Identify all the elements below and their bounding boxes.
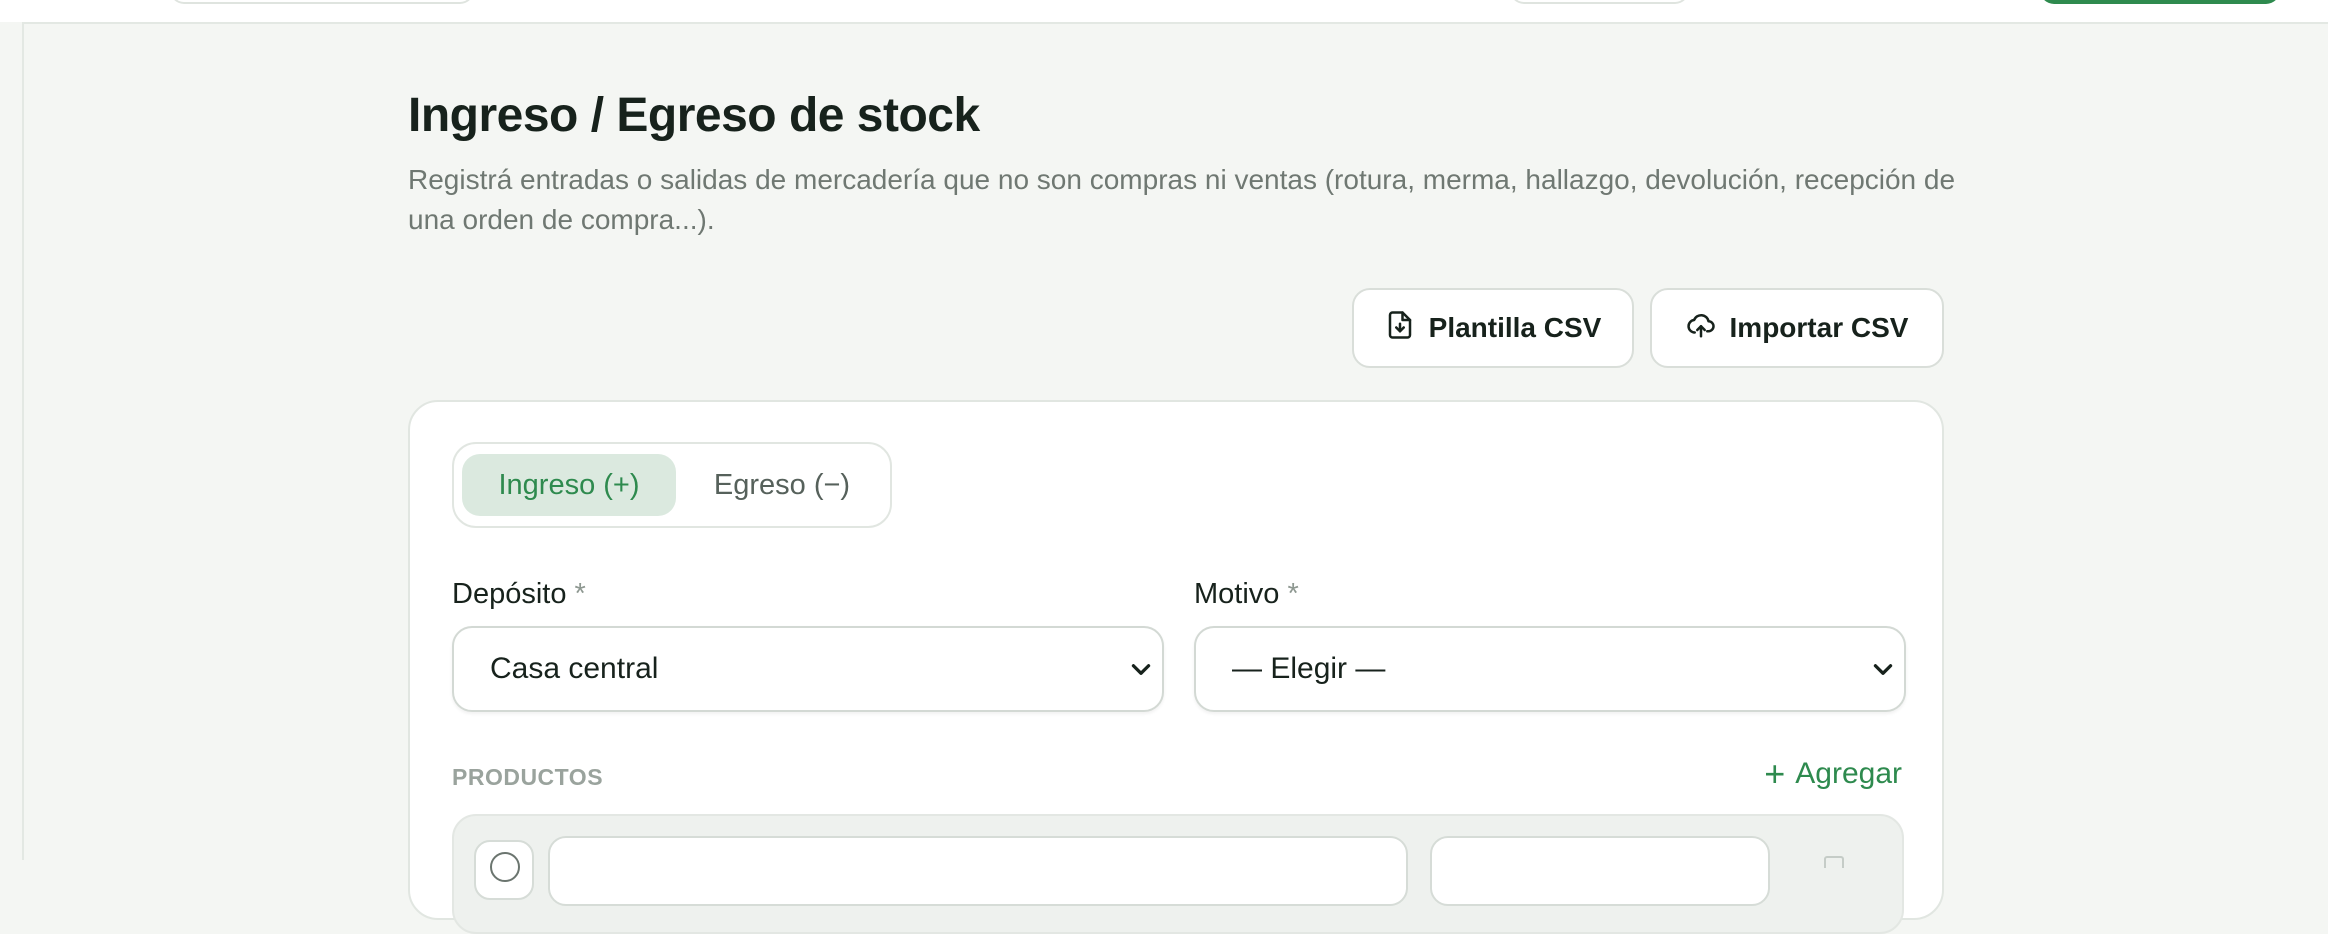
quantity-input[interactable]: [1430, 836, 1770, 906]
navbar-search-field[interactable]: [170, 0, 474, 4]
search-icon: [490, 852, 520, 882]
motivo-label: Motivo *: [1194, 578, 1299, 610]
csv-import-label: Importar CSV: [1729, 312, 1909, 343]
csv-import-button[interactable]: Importar CSV: [1650, 288, 1944, 368]
csv-template-button[interactable]: Plantilla CSV: [1352, 288, 1634, 368]
motivo-select[interactable]: — Elegir —: [1194, 626, 1906, 712]
navbar-primary-button[interactable]: [2040, 0, 2280, 4]
product-input[interactable]: [548, 836, 1408, 906]
sidebar-rail: [0, 22, 24, 860]
deposito-label: Depósito *: [452, 578, 586, 610]
file-download-icon: [1385, 310, 1415, 347]
add-product-button[interactable]: + Agregar: [1764, 756, 1902, 792]
deposito-selected-value: Casa central: [490, 652, 659, 685]
movement-type-toggle: Ingreso (+) Egreso (−): [452, 442, 892, 528]
trash-icon[interactable]: [1824, 856, 1844, 868]
chevron-down-icon: [1131, 664, 1151, 675]
stock-movement-card: Ingreso (+) Egreso (−) Depósito * Casa c…: [408, 400, 1944, 934]
tab-egreso[interactable]: Egreso (−): [686, 454, 878, 516]
cloud-upload-icon: [1686, 310, 1716, 347]
plus-icon: +: [1764, 753, 1786, 794]
motivo-selected-value: — Elegir —: [1232, 652, 1386, 685]
chevron-down-icon: [1873, 664, 1893, 675]
tab-ingreso[interactable]: Ingreso (+): [462, 454, 676, 516]
add-product-label: Agregar: [1795, 757, 1902, 790]
deposito-select[interactable]: Casa central: [452, 626, 1164, 712]
top-navbar: [0, 0, 2328, 24]
navbar-selector[interactable]: [1510, 0, 1689, 4]
products-section-label: PRODUCTOS: [452, 764, 604, 790]
page-subtitle: Registrá entradas o salidas de mercaderí…: [408, 164, 1956, 235]
product-row: [452, 814, 1904, 934]
product-search-button[interactable]: [474, 840, 534, 900]
csv-template-label: Plantilla CSV: [1428, 312, 1602, 343]
page-title: Ingreso / Egreso de stock: [408, 89, 980, 142]
